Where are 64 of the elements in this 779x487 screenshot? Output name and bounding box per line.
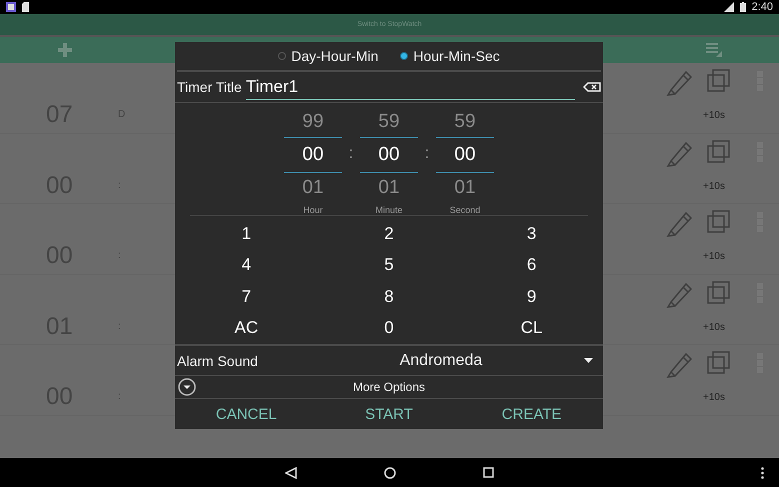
picker-option[interactable]: 59 <box>378 107 400 137</box>
copy-icon[interactable] <box>707 280 731 304</box>
list-icon[interactable] <box>706 43 722 57</box>
more-options-button[interactable]: More Options <box>352 380 444 394</box>
add-icon[interactable] <box>58 43 72 57</box>
pencil-icon[interactable] <box>666 140 693 166</box>
picker-option[interactable]: 01 <box>454 173 476 203</box>
dialog-button[interactable]: CREATE <box>496 399 568 429</box>
keypad-key[interactable]: 0 <box>368 312 409 344</box>
keypad-key[interactable]: 4 <box>226 250 266 280</box>
picker-separator: : <box>348 145 354 163</box>
expand-icon[interactable] <box>178 378 196 396</box>
home-icon[interactable] <box>384 466 396 478</box>
copy-icon[interactable] <box>707 210 731 234</box>
picker-value[interactable]: 00 <box>360 137 418 173</box>
dialog-button[interactable]: CANCEL <box>210 399 283 429</box>
title-field[interactable]: Timer1 <box>246 74 575 100</box>
copy-icon[interactable] <box>707 140 731 164</box>
picker-option[interactable]: 01 <box>302 173 324 203</box>
keypad-key[interactable]: 7 <box>226 281 266 312</box>
radio-icon[interactable] <box>278 52 286 60</box>
recents-icon[interactable] <box>483 467 494 478</box>
keypad-key[interactable]: 9 <box>512 281 552 312</box>
copy-icon[interactable] <box>707 69 731 93</box>
title-label: Timer Title <box>177 79 242 95</box>
alarm-label: Alarm Sound <box>177 352 258 368</box>
keypad-key[interactable]: 5 <box>368 250 409 280</box>
pencil-icon[interactable] <box>666 69 693 96</box>
pencil-icon[interactable] <box>666 210 693 237</box>
pencil-icon[interactable] <box>666 351 693 378</box>
picker-separator: : <box>424 145 430 163</box>
dropdown-arrow-icon[interactable] <box>584 358 593 363</box>
clock-time: 2:40 <box>752 1 773 13</box>
copy-icon[interactable] <box>707 351 731 375</box>
keypad-key[interactable]: CL <box>512 312 552 344</box>
picker-label: Hour <box>303 205 323 215</box>
sd-card-icon <box>22 2 29 12</box>
app-icon <box>6 2 16 12</box>
picker-option[interactable]: 99 <box>302 107 324 137</box>
keypad-key[interactable]: 3 <box>512 218 552 249</box>
keypad-key[interactable]: 1 <box>226 218 266 249</box>
picker-value[interactable]: 00 <box>284 137 342 173</box>
signal-icon <box>724 2 734 12</box>
menu-icon[interactable] <box>761 466 764 478</box>
keypad-key[interactable]: 6 <box>512 250 552 280</box>
dialog-button[interactable]: START <box>359 399 419 429</box>
timer-unit: : <box>118 391 121 403</box>
keypad-key[interactable]: AC <box>226 312 266 344</box>
timer-unit: : <box>118 250 121 262</box>
picker-value[interactable]: 00 <box>436 137 494 173</box>
back-icon[interactable] <box>285 466 297 478</box>
battery-icon <box>740 2 746 12</box>
picker-label: Minute <box>375 205 402 215</box>
picker-option[interactable]: 01 <box>378 173 400 203</box>
radio-icon[interactable] <box>400 52 408 60</box>
alarm-sound-dropdown[interactable]: Andromeda <box>360 352 482 370</box>
timer-unit: : <box>118 180 121 192</box>
picker-option[interactable]: 59 <box>454 107 476 137</box>
pencil-icon[interactable] <box>666 280 693 308</box>
keypad-key[interactable]: 8 <box>368 281 409 312</box>
clear-icon[interactable] <box>583 82 601 92</box>
picker-label: Second <box>450 205 480 215</box>
keypad-key[interactable]: 2 <box>368 218 409 249</box>
timer-unit: : <box>118 320 121 332</box>
